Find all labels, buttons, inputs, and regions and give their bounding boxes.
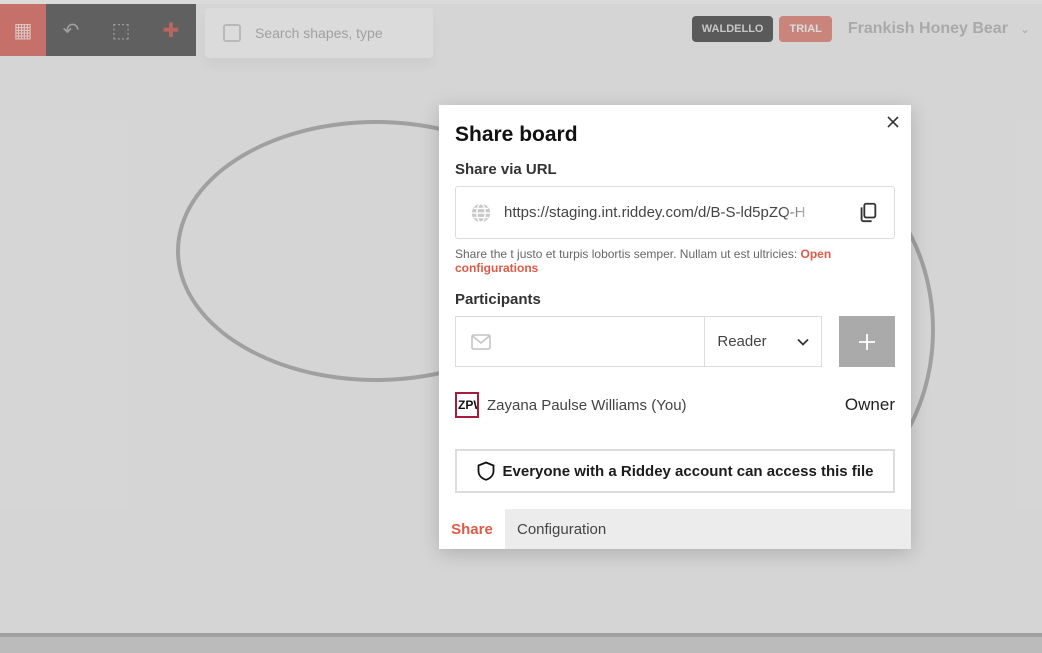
add-participant-row: Reader — [455, 316, 895, 367]
tab-share[interactable]: Share — [439, 509, 505, 549]
chevron-down-icon — [797, 338, 809, 346]
copy-icon — [860, 202, 877, 223]
share-board-modal: Share board Share via URL Share the t ju… — [439, 105, 911, 549]
role-select[interactable]: Reader — [704, 316, 823, 367]
share-help-text: Share the t justo et turpis lobortis sem… — [455, 247, 899, 275]
share-url-field — [455, 186, 895, 239]
globe-icon — [471, 202, 491, 223]
participant-name: Zayana Paulse Williams (You) — [487, 396, 687, 414]
add-participant-button[interactable] — [839, 316, 895, 367]
participant-role: Owner — [844, 395, 895, 414]
shield-icon — [477, 461, 494, 481]
email-input[interactable] — [501, 333, 691, 350]
role-select-value: Reader — [717, 333, 767, 350]
modal-title: Share board — [455, 123, 578, 146]
email-field — [455, 316, 705, 367]
plus-icon — [859, 333, 876, 350]
modal-tabs: Share Configuration — [439, 509, 911, 549]
share-via-url-label: Share via URL — [455, 161, 557, 178]
close-icon — [887, 116, 899, 128]
share-help-text-body: Share the t justo et turpis lobortis sem… — [455, 247, 801, 261]
access-settings-button[interactable]: Everyone with a Riddey account can acces… — [455, 449, 895, 493]
participants-label: Participants — [455, 291, 541, 308]
tab-configuration[interactable]: Configuration — [505, 509, 911, 549]
copy-url-button[interactable] — [856, 201, 880, 225]
avatar: ZPW — [455, 392, 479, 418]
participant-list-item: ZPW Zayana Paulse Williams (You) Owner — [455, 392, 895, 418]
access-settings-text: Everyone with a Riddey account can acces… — [502, 462, 874, 480]
share-url-input[interactable] — [504, 204, 820, 221]
close-button[interactable] — [885, 115, 901, 131]
mail-icon — [471, 333, 491, 350]
